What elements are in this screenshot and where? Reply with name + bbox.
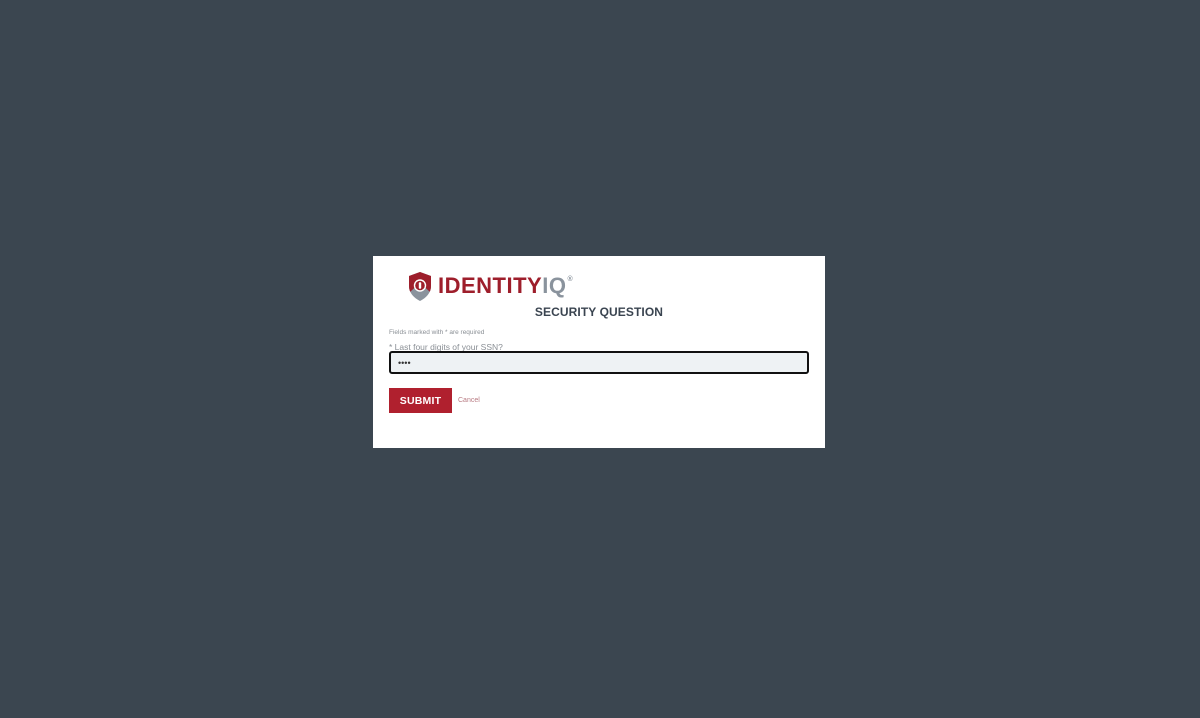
identityiq-logo: IDENTITY IQ ® bbox=[407, 270, 573, 302]
cancel-link[interactable]: Cancel bbox=[458, 397, 480, 404]
logo-text-iq: IQ bbox=[542, 273, 567, 298]
page-title: SECURITY QUESTION bbox=[534, 305, 664, 319]
submit-button[interactable]: SUBMIT bbox=[389, 388, 452, 413]
logo-trademark: ® bbox=[567, 276, 574, 283]
shield-icon bbox=[409, 271, 431, 301]
logo-text-identity: IDENTITY bbox=[438, 273, 543, 298]
security-question-dialog: IDENTITY IQ ® SECURITY QUESTION Fields mar… bbox=[373, 256, 825, 448]
ssn-input[interactable] bbox=[389, 351, 809, 374]
required-fields-note: Fields marked with * are required bbox=[389, 329, 485, 336]
